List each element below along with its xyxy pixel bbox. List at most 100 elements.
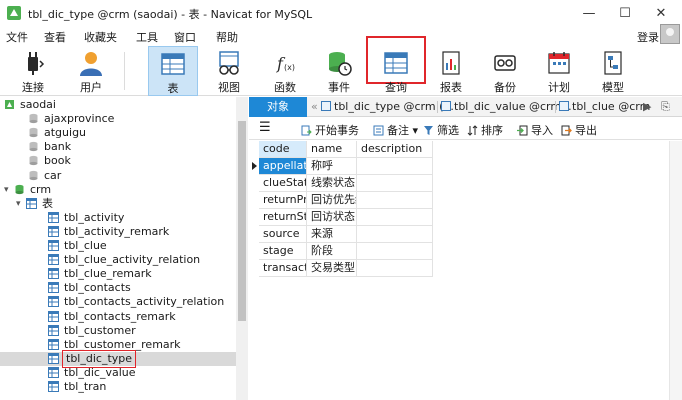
tree-scrollbar[interactable] (236, 97, 248, 400)
tab-objects[interactable]: 对象 (249, 97, 307, 117)
filter-label: 筛选 (437, 124, 459, 137)
table-row[interactable]: returnPriority回访优先级 (249, 192, 669, 209)
table-item[interactable]: tbl_dic_type (0, 349, 236, 368)
event-button[interactable]: 事件 (314, 46, 364, 96)
cell-name[interactable]: 回访优先级 (307, 192, 357, 209)
table-item[interactable]: tbl_contacts_activity_relation (0, 295, 236, 309)
cell-code[interactable]: returnState (259, 209, 307, 226)
database-item[interactable]: atguigu (0, 126, 236, 140)
tab-scroll-left-icon[interactable]: « (311, 97, 318, 117)
column-header-code[interactable]: code (259, 141, 307, 158)
table-item[interactable]: tbl_contacts_remark (0, 310, 236, 324)
menu-view[interactable]: 查看 (44, 29, 66, 45)
grid-scrollbar[interactable] (669, 141, 682, 400)
table-button[interactable]: 表 (148, 46, 198, 96)
tab-overflow-icon[interactable]: ⎘ (661, 97, 670, 117)
maximize-button[interactable]: ☐ (608, 0, 642, 26)
table-row[interactable]: source 来源 (249, 226, 669, 243)
expand-arrow-icon[interactable]: ▾ (16, 197, 21, 211)
tables-folder[interactable]: ▾ 表 (0, 197, 236, 211)
table-item[interactable]: tbl_clue_activity_relation (0, 253, 236, 267)
model-button[interactable]: 模型 (588, 46, 638, 96)
export-button[interactable]: 导出 (561, 122, 597, 138)
database-crm[interactable]: ▾ crm (0, 183, 236, 197)
filter-button[interactable]: 筛选 (423, 122, 459, 138)
cell-description[interactable] (357, 226, 433, 243)
table-item[interactable]: tbl_clue (0, 239, 236, 253)
cell-description[interactable] (357, 175, 433, 192)
tree-item-label: bank (44, 140, 72, 154)
backup-button[interactable]: 备份 (480, 46, 530, 96)
view-button[interactable]: 视图 (204, 46, 254, 96)
database-item[interactable]: car (0, 169, 236, 183)
table-item[interactable]: tbl_activity (0, 211, 236, 225)
cell-code[interactable]: clueState (259, 175, 307, 192)
schedule-button[interactable]: 计划 (534, 46, 584, 96)
query-button[interactable]: 查询 (366, 36, 426, 94)
login-link[interactable]: 登录 (637, 29, 659, 45)
connection-saodai[interactable]: ▾saodai (0, 98, 236, 112)
user-button[interactable]: 用户 (66, 46, 116, 96)
sort-button[interactable]: 排序 (467, 122, 503, 138)
tab-scroll-right-icon[interactable]: ▶ (643, 97, 651, 117)
cell-code[interactable]: appellation (259, 158, 307, 175)
cell-description[interactable] (357, 192, 433, 209)
table-item[interactable]: tbl_dic_value (0, 366, 236, 380)
model-icon (604, 51, 622, 75)
cell-description[interactable] (357, 158, 433, 175)
table-item[interactable]: tbl_customer (0, 324, 236, 338)
import-button[interactable]: 导入 (517, 122, 553, 138)
table-row[interactable]: appellation称呼 (249, 158, 669, 175)
tab-tbl-dic-type[interactable]: tbl_dic_type @crm (... (321, 97, 454, 117)
cell-name[interactable]: 线索状态 (307, 175, 357, 192)
menu-window[interactable]: 窗口 (174, 29, 196, 45)
cell-code[interactable]: source (259, 226, 307, 243)
menu-icon[interactable]: ☰ (259, 120, 271, 135)
minimize-button[interactable]: — (572, 0, 606, 26)
table-icon (441, 101, 451, 111)
cell-description[interactable] (357, 243, 433, 260)
cell-description[interactable] (357, 260, 433, 277)
begin-transaction-button[interactable]: 开始事务 (301, 122, 359, 138)
tab-tbl-dic-value[interactable]: tbl_dic_value @crm... (441, 97, 572, 117)
menu-favorites[interactable]: 收藏夹 (84, 29, 117, 45)
database-item[interactable]: bank (0, 140, 236, 154)
cell-code[interactable]: returnPriority (259, 192, 307, 209)
column-header-description[interactable]: description (357, 141, 433, 158)
toolbar-divider (124, 52, 125, 90)
table-row[interactable]: stage 阶段 (249, 243, 669, 260)
database-item[interactable]: book (0, 154, 236, 168)
table-row[interactable]: returnState回访状态 (249, 209, 669, 226)
report-button[interactable]: 报表 (426, 46, 476, 96)
table-row[interactable]: transactionType交易类型 (249, 260, 669, 277)
user-avatar[interactable] (660, 24, 680, 44)
cell-code[interactable]: stage (259, 243, 307, 260)
tree-scrollbar-thumb[interactable] (238, 121, 246, 321)
cell-name[interactable]: 阶段 (307, 243, 357, 260)
table-item[interactable]: tbl_tran (0, 380, 236, 394)
function-button[interactable]: f (x) 函数 (260, 46, 310, 96)
table-item[interactable]: tbl_activity_remark (0, 225, 236, 239)
table-row[interactable]: clueState线索状态 (249, 175, 669, 192)
menu-help[interactable]: 帮助 (216, 29, 238, 45)
cell-code[interactable]: transactionType (259, 260, 307, 277)
close-button[interactable]: ✕ (644, 0, 678, 26)
cell-name[interactable]: 称呼 (307, 158, 357, 175)
column-header-name[interactable]: name (307, 141, 357, 158)
menu-file[interactable]: 文件 (6, 29, 28, 45)
menu-tools[interactable]: 工具 (136, 29, 158, 45)
memo-button[interactable]: 备注 ▾ (373, 122, 418, 138)
table-item[interactable]: tbl_clue_remark (0, 267, 236, 281)
tab-tbl-clue[interactable]: tbl_clue @crm (559, 97, 650, 117)
database-item[interactable]: ajaxprovince (0, 112, 236, 126)
cell-description[interactable] (357, 209, 433, 226)
cell-name[interactable]: 交易类型 (307, 260, 357, 277)
table-item[interactable]: tbl_contacts (0, 281, 236, 295)
expand-arrow-icon[interactable]: ▾ (4, 183, 9, 197)
user-label: 用户 (80, 81, 102, 94)
connect-button[interactable]: 连接 (8, 46, 58, 96)
cell-name[interactable]: 回访状态 (307, 209, 357, 226)
cell-name[interactable]: 来源 (307, 226, 357, 243)
calendar-icon (548, 52, 570, 74)
table-item[interactable]: tbl_customer_remark (0, 338, 236, 352)
